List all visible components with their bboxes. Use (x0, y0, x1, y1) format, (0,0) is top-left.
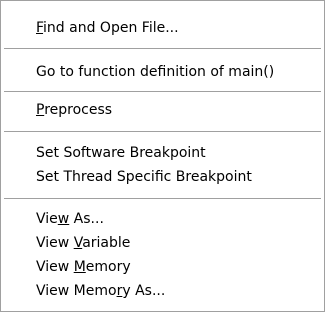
menu-separator (4, 91, 321, 93)
menu-item-preprocess[interactable]: Preprocess (36, 99, 112, 121)
menu-item-go-to-function-definition[interactable]: Go to function definition of main() (36, 61, 274, 83)
menu-separator (4, 48, 321, 50)
menu-separator (4, 198, 321, 200)
menu-item-find-and-open-file[interactable]: Find and Open File... (36, 17, 179, 39)
menu-item-view-memory[interactable]: View Memory (36, 256, 131, 278)
context-menu: Find and Open File... Go to function def… (0, 0, 325, 312)
menu-item-view-as[interactable]: View As... (36, 208, 104, 230)
menu-item-set-software-breakpoint[interactable]: Set Software Breakpoint (36, 142, 206, 164)
menu-separator (4, 131, 321, 133)
menu-item-view-variable[interactable]: View Variable (36, 232, 130, 254)
menu-item-view-memory-as[interactable]: View Memory As... (36, 280, 165, 302)
menu-item-set-thread-specific-breakpoint[interactable]: Set Thread Specific Breakpoint (36, 166, 252, 188)
